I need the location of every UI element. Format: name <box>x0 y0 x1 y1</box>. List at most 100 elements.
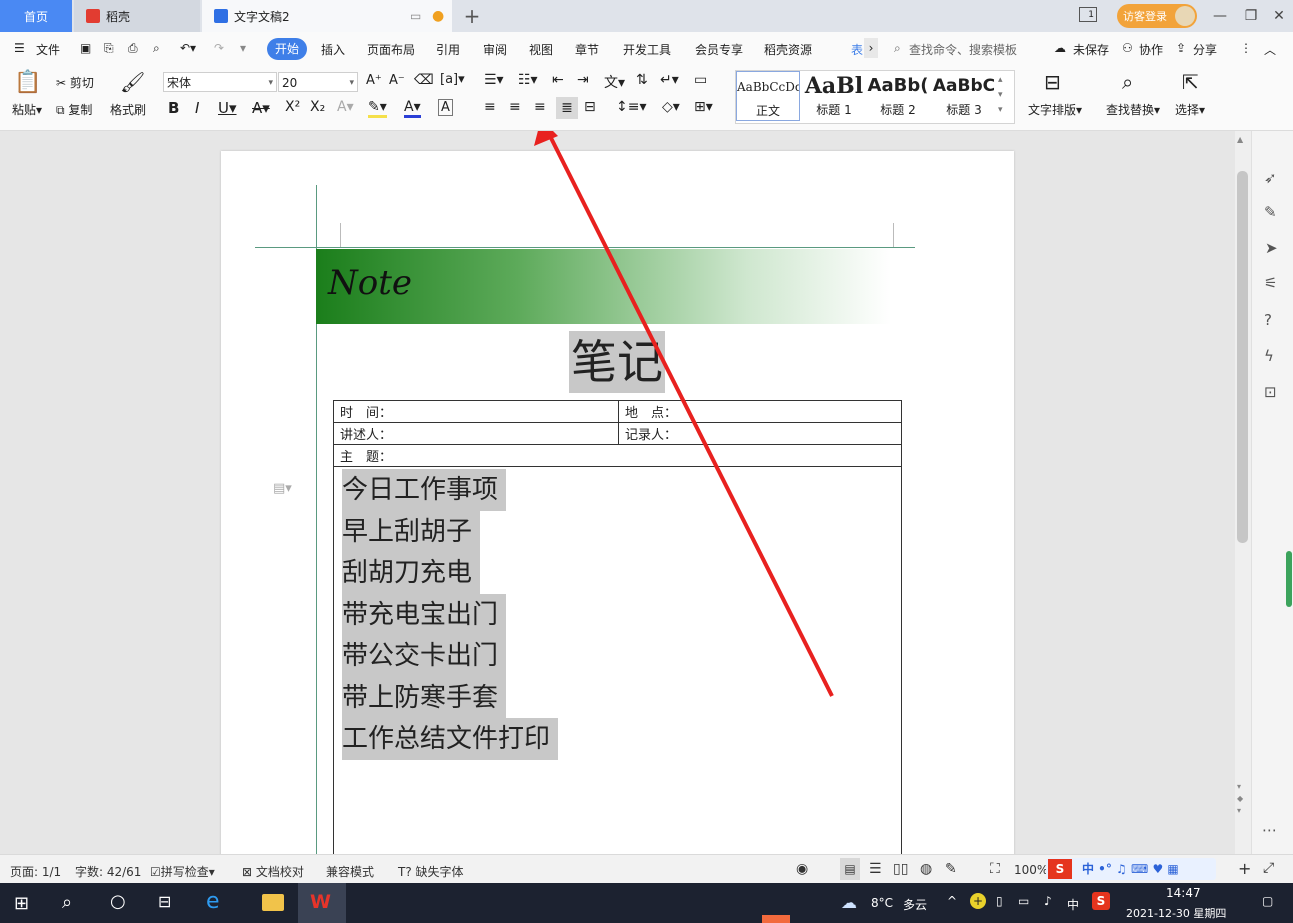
command-search-input[interactable]: 查找命令、搜索模板 <box>909 41 1017 58</box>
reading-view-icon[interactable]: ▯▯ <box>893 861 908 877</box>
new-tab-button[interactable]: + <box>460 0 484 32</box>
spellcheck-button[interactable]: ☑拼写检查▾ <box>150 863 215 880</box>
network-icon[interactable]: ▭ <box>1018 894 1029 908</box>
notifications-icon[interactable]: ▢ <box>1262 894 1273 908</box>
increase-indent-icon[interactable]: ⇥ <box>577 72 589 88</box>
format-painter-button[interactable]: 格式刷 <box>110 101 146 118</box>
wps-app-button[interactable]: W <box>298 883 346 923</box>
ime-indicator[interactable]: 中 <box>1067 896 1079 913</box>
weather-desc[interactable]: 多云 <box>903 896 927 913</box>
task-view-icon[interactable]: ⊟ <box>158 892 171 911</box>
redo-icon[interactable]: ↷ <box>214 41 224 55</box>
align-center-icon[interactable]: ≡ <box>509 99 521 115</box>
copy-button[interactable]: ⧉ 复制 <box>56 101 92 118</box>
superscript-icon[interactable]: X² <box>285 99 300 115</box>
save-icon[interactable]: ▣ <box>80 41 91 55</box>
rocket-icon[interactable]: ➶ <box>1264 169 1277 187</box>
ruler-icon[interactable]: ▭ <box>694 72 707 88</box>
print-icon[interactable]: ⎙ <box>128 41 138 56</box>
strikethrough-icon[interactable]: A▾ <box>252 99 270 117</box>
more-icon[interactable]: ⋯ <box>1262 821 1277 839</box>
font-color-icon[interactable]: A▾ <box>404 99 421 118</box>
cut-button[interactable]: ✂ 剪切 <box>56 74 94 91</box>
underline-icon[interactable]: U▾ <box>218 99 237 117</box>
hamburger-icon[interactable]: ☰ <box>14 41 25 55</box>
shrink-font-icon[interactable]: A⁻ <box>389 73 405 88</box>
text-effect-icon[interactable]: A▾ <box>337 99 354 115</box>
select-button[interactable]: 选择▾ <box>1175 101 1205 118</box>
ime-toolbar[interactable]: S 中 •° ♫ ⌨ ♥ ▦ <box>1046 858 1216 880</box>
page-count[interactable]: 页面: 1/1 <box>10 863 61 880</box>
find-replace-icon[interactable]: ⌕ <box>1122 70 1133 94</box>
align-left-icon[interactable]: ≡ <box>484 99 496 115</box>
chinese-layout-icon[interactable]: 文▾ <box>604 72 625 92</box>
menu-scroll-right-icon[interactable]: › <box>864 38 878 58</box>
tray-app-icon[interactable]: + <box>970 893 986 909</box>
style-normal[interactable]: AaBbCcDd 正文 <box>736 71 800 121</box>
menu-view[interactable]: 视图 <box>529 41 553 58</box>
shading-fill-icon[interactable]: ◇▾ <box>662 99 680 115</box>
sliders-icon[interactable]: ⚟ <box>1264 274 1277 292</box>
monitor-icon[interactable]: ▭ <box>410 9 421 23</box>
collapse-ribbon-icon[interactable]: ︿ <box>1264 41 1276 58</box>
volume-icon[interactable]: ♪ <box>1044 894 1052 908</box>
ie-browser-icon[interactable]: e <box>206 889 220 914</box>
char-shading-icon[interactable]: A <box>438 99 453 116</box>
menu-references[interactable]: 引用 <box>436 41 460 58</box>
clock-time[interactable]: 14:47 <box>1166 886 1201 900</box>
numbered-list-icon[interactable]: ☷▾ <box>518 72 538 88</box>
help-icon[interactable]: ? <box>1264 311 1272 329</box>
tray-expand-icon[interactable]: ^ <box>947 894 957 908</box>
share-button[interactable]: 分享 <box>1193 41 1217 58</box>
text-layout-icon[interactable]: ⊟ <box>1044 70 1061 94</box>
menu-page-layout[interactable]: 页面布局 <box>367 41 415 58</box>
justify-icon[interactable]: ≣ <box>556 97 578 119</box>
cortana-icon[interactable]: ○ <box>110 891 126 912</box>
web-view-icon[interactable]: ◍ <box>920 861 932 877</box>
export-pdf-icon[interactable]: ⎘ <box>104 41 114 56</box>
tab-home[interactable]: 首页 <box>0 0 72 32</box>
menu-daoke-resources[interactable]: 稻壳资源 <box>764 41 812 58</box>
page-view-icon[interactable]: ▤ <box>840 858 860 880</box>
taskbar-search-icon[interactable]: ⌕ <box>62 892 72 913</box>
char-border-icon[interactable]: [a]▾ <box>440 72 465 87</box>
unsaved-button[interactable]: 未保存 <box>1073 41 1109 58</box>
clock-date[interactable]: 2021-12-30 星期四 <box>1126 905 1226 921</box>
font-name-select[interactable]: 宋体 <box>163 72 277 93</box>
minimize-icon[interactable]: — <box>1205 0 1235 32</box>
outline-view-icon[interactable]: ☰ <box>869 861 882 877</box>
eye-protection-icon[interactable]: ◉ <box>796 861 808 877</box>
sogou-tray-icon[interactable]: S <box>1092 892 1110 910</box>
pen-icon[interactable]: ✎ <box>1264 203 1277 221</box>
annotate-icon[interactable]: ✎ <box>945 861 957 877</box>
fit-page-icon[interactable]: ⛶ <box>990 861 1000 877</box>
lightning-icon[interactable]: ϟ <box>1264 347 1274 365</box>
zoom-in-icon[interactable]: + <box>1238 859 1251 878</box>
more-options-icon[interactable]: ⋮ <box>1240 41 1252 55</box>
line-spacing-icon[interactable]: ↕≡▾ <box>616 99 647 115</box>
font-size-select[interactable]: 20 <box>278 72 358 93</box>
paste-icon[interactable]: 📋 <box>14 70 41 95</box>
close-icon[interactable]: ✕ <box>1264 0 1293 32</box>
clear-format-icon[interactable]: ⌫ <box>414 72 434 88</box>
fullscreen-icon[interactable]: ⤢ <box>1263 860 1274 876</box>
file-explorer-icon[interactable] <box>262 894 284 911</box>
scroll-page-icons[interactable]: ▾ ◆ ▾ <box>1237 781 1243 817</box>
menu-table[interactable]: 表 <box>851 41 863 58</box>
borders-icon[interactable]: ⊞▾ <box>694 99 713 115</box>
scroll-thumb[interactable] <box>1237 171 1248 543</box>
zoom-level[interactable]: 100% <box>1014 863 1048 877</box>
cursor-select-icon[interactable]: ⇱ <box>1182 70 1199 94</box>
menu-review[interactable]: 审阅 <box>483 41 507 58</box>
windows-start-icon[interactable]: ⊞ <box>14 893 29 914</box>
collab-button[interactable]: 协作 <box>1139 41 1163 58</box>
menu-file[interactable]: 文件 <box>36 41 60 58</box>
distribute-icon[interactable]: ⊟ <box>584 99 596 115</box>
style-heading-2[interactable]: AaBb( 标题 2 <box>866 71 930 121</box>
highlight-icon[interactable]: ✎▾ <box>368 99 387 118</box>
scroll-up-icon[interactable]: ▲ <box>1237 135 1243 144</box>
decrease-indent-icon[interactable]: ⇤ <box>552 72 564 88</box>
tab-document[interactable]: 文字文稿2 ▭ ● <box>202 0 452 32</box>
layout-icon[interactable]: 1 <box>1079 7 1097 22</box>
missing-font-button[interactable]: T? 缺失字体 <box>398 863 464 880</box>
